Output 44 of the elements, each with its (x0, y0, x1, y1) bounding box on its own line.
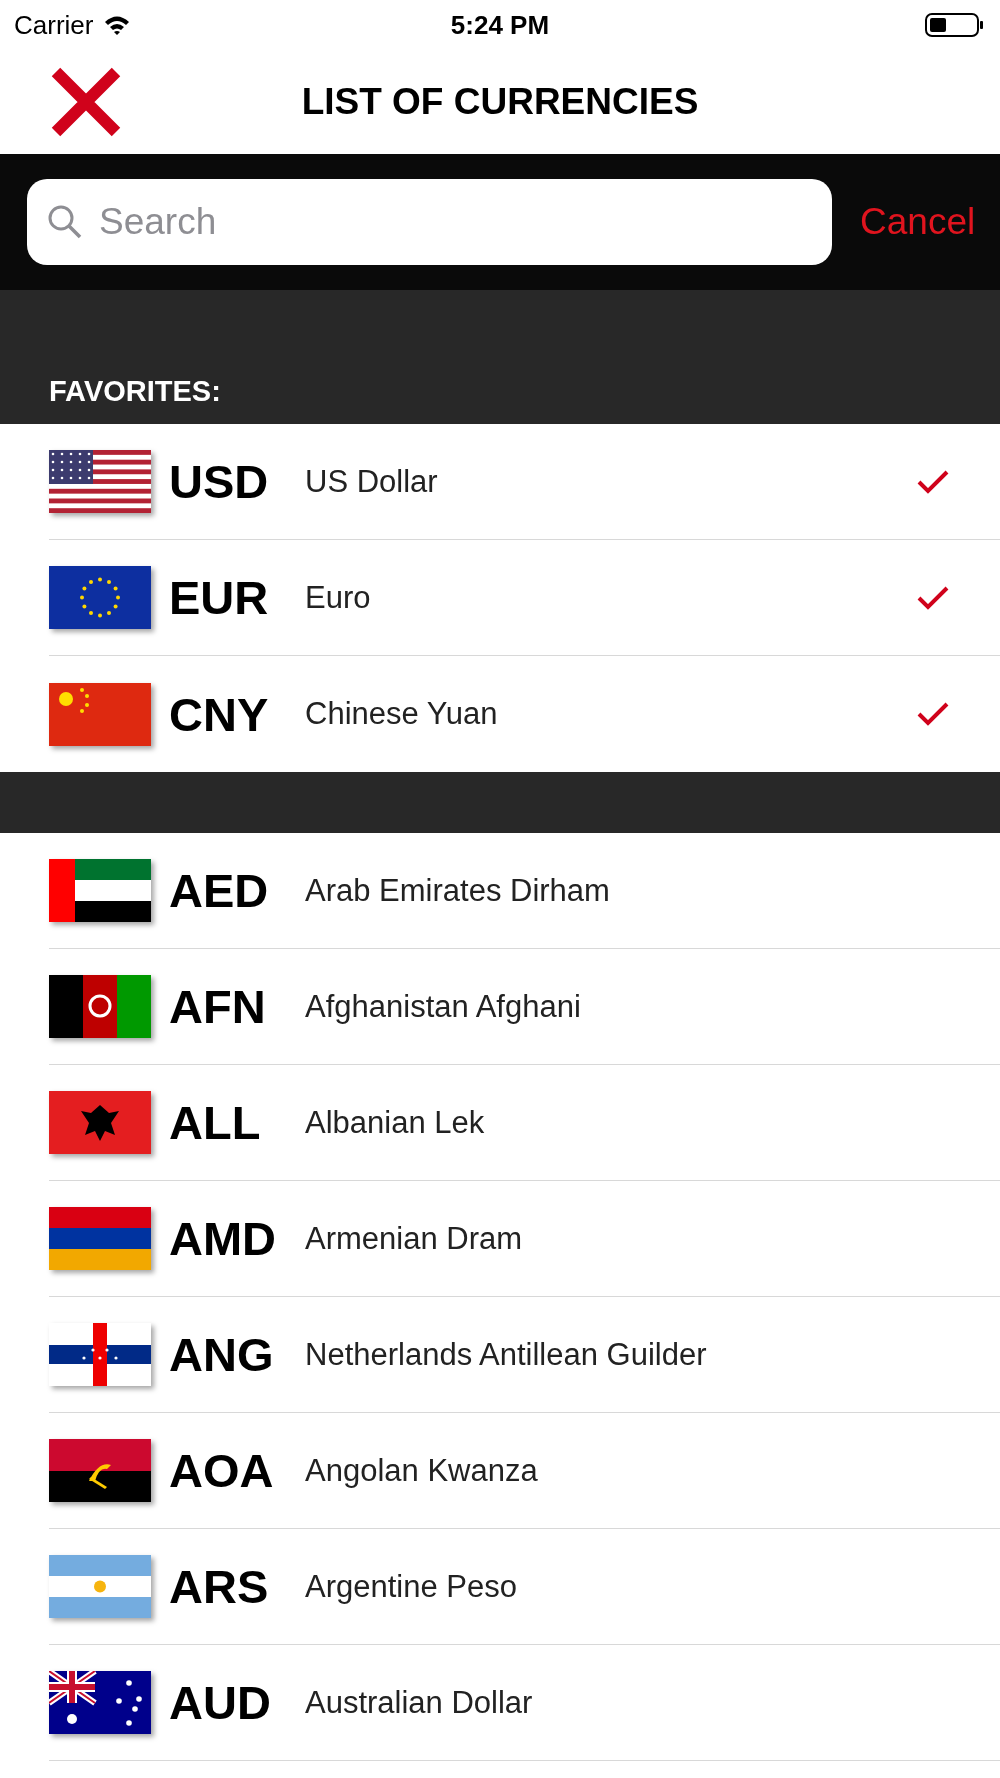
flag-icon (49, 1207, 151, 1270)
currency-code: AOA (169, 1443, 275, 1498)
currency-name: Chinese Yuan (305, 696, 499, 732)
search-field[interactable]: Search (27, 179, 832, 265)
flag-icon (49, 1439, 151, 1502)
close-icon (50, 66, 122, 138)
currency-name: Angolan Kwanza (305, 1452, 539, 1489)
currency-code: ANG (169, 1327, 275, 1382)
close-button[interactable] (50, 66, 122, 138)
flag-icon (49, 1671, 151, 1734)
flag-icon (49, 1555, 151, 1618)
currency-code: AED (169, 863, 270, 918)
currency-name: Netherlands Antillean Guilder (305, 1336, 708, 1373)
currency-name: Argentine Peso (305, 1568, 518, 1605)
flag-icon (49, 682, 151, 746)
currency-code: CNY (169, 686, 270, 742)
search-icon (47, 204, 83, 240)
section-header: FAVORITES: (49, 375, 221, 408)
battery-icon (924, 11, 986, 39)
screen-title: LIST OF CURRENCIES (301, 81, 699, 123)
currency-name: Australian Dollar (305, 1684, 534, 1721)
currency-code: AFN (169, 979, 267, 1034)
currency-code: AUD (169, 1675, 272, 1730)
flag-icon (49, 566, 151, 629)
flag-icon (49, 859, 151, 922)
flag-icon (49, 1323, 151, 1386)
currency-code: AMD (169, 1211, 278, 1266)
cancel-button[interactable]: Cancel (860, 201, 976, 243)
currency-code: ARS (169, 1559, 270, 1614)
flag-icon (49, 450, 151, 513)
currency-name: Euro (305, 579, 372, 616)
currency-name: Afghanistan Afghani (305, 988, 582, 1025)
flag-icon (49, 1091, 151, 1154)
currency-code: EUR (169, 570, 270, 625)
carrier-label: Carrier (14, 9, 94, 41)
currency-name: Armenian Dram (305, 1220, 524, 1257)
currency-name: US Dollar (305, 463, 439, 500)
clock-time: 5:24 PM (450, 9, 550, 41)
flag-icon (49, 975, 151, 1038)
currency-name: Arab Emirates Dirham (305, 872, 611, 909)
currency-code: ALL (169, 1095, 262, 1150)
currency-name: Albanian Lek (305, 1104, 486, 1141)
wifi-icon (103, 14, 132, 36)
currency-code: USD (169, 454, 270, 509)
